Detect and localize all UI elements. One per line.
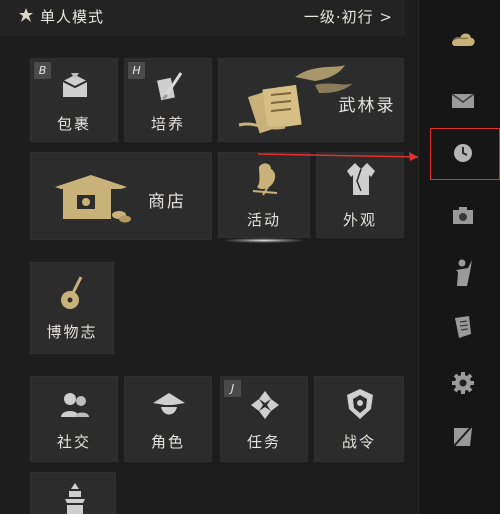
highlight-box [430,128,500,180]
sidebar-item-camera[interactable] [430,192,492,238]
sidebar-item-figure[interactable] [430,248,492,294]
scroll-icon [455,316,471,338]
sidebar-item-mail[interactable] [430,78,492,124]
cloud-icon [452,33,475,46]
mail-icon [451,93,475,108]
sidebar-item-cloud[interactable] [430,16,492,62]
sidebar-item-settings[interactable] [430,360,492,406]
flag-icon [453,425,473,447]
camera-icon [453,207,473,224]
gear-icon [452,372,474,394]
figure-icon [456,259,472,286]
sidebar-item-scroll[interactable] [430,304,492,350]
sidebar-item-flag[interactable] [430,414,492,460]
